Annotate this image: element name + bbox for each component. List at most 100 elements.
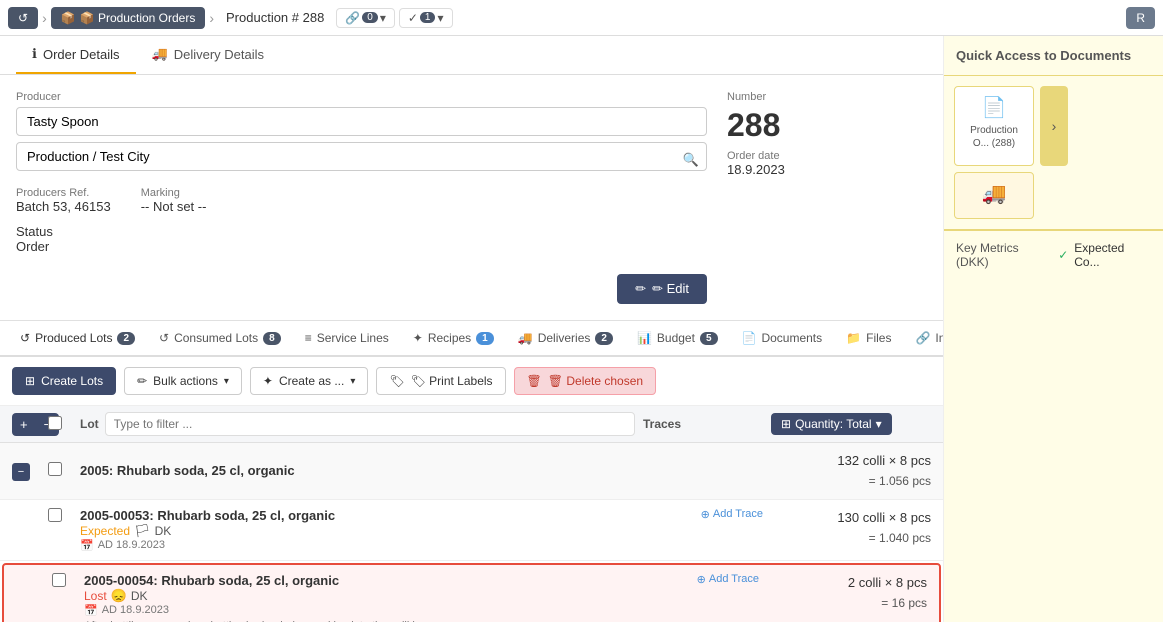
right-nav-button[interactable]: R: [1126, 7, 1155, 29]
btab-consumed[interactable]: ↺ Consumed Lots 8: [147, 321, 293, 357]
table-header: + − Lot Traces ⊞ Quantity: T: [0, 406, 943, 443]
producer-label: Producer: [16, 91, 707, 103]
row2-traces-cell: ⊕ Add Trace: [639, 573, 759, 586]
create-as-icon: ✦: [263, 374, 273, 388]
top-navigation: ↺ › 📦 📦 Production Orders › Production #…: [0, 0, 1163, 36]
produced-icon: ↺: [20, 331, 30, 345]
row1-status-row: Expected 🏳 DK: [80, 523, 635, 539]
print-labels-button[interactable]: 🏷 🏷 Print Labels: [376, 367, 505, 395]
row1-add-trace-button[interactable]: ⊕ Add Trace: [701, 508, 763, 521]
lot-row-1: 2005-00053: Rhubarb soda, 25 cl, organic…: [0, 500, 943, 561]
group-checkbox[interactable]: [48, 462, 62, 476]
back-button[interactable]: ↺: [8, 7, 38, 29]
qty-total-button[interactable]: ⊞ Quantity: Total ▾: [771, 413, 892, 435]
group-qty2: = 1.056 pcs: [771, 472, 931, 491]
order-date-label: Order date: [727, 150, 927, 162]
link-pill[interactable]: 🔗 0 ▾: [336, 8, 395, 28]
doc-card-delivery[interactable]: 🚚: [954, 172, 1034, 219]
group-qty-cell: 132 colli × 8 pcs = 1.056 pcs: [771, 451, 931, 491]
doc-card-production[interactable]: 📄 Production O... (288): [954, 86, 1034, 166]
group-qty1: 132 colli × 8 pcs: [771, 451, 931, 472]
lot-column-header: Lot: [80, 412, 635, 436]
breadcrumb-production-orders[interactable]: 📦 📦 Production Orders: [51, 7, 206, 29]
check-dropdown-icon: ▾: [437, 11, 443, 25]
row1-calendar-icon: 📅: [80, 539, 94, 552]
select-all-checkbox[interactable]: [48, 416, 62, 430]
group-checkbox-col: [48, 462, 72, 479]
row2-add-trace-button[interactable]: ⊕ Add Trace: [697, 573, 759, 586]
service-icon: ≡: [305, 331, 312, 345]
lot-row-2: 2005-00054: Rhubarb soda, 25 cl, organic…: [2, 563, 941, 622]
bottom-tabs: ↺ Produced Lots 2↺ Consumed Lots 8≡ Serv…: [0, 321, 943, 357]
qty-icon: ⊞: [781, 417, 791, 431]
status-row: Status Order: [16, 224, 707, 254]
tab-order-details[interactable]: ℹ Order Details: [16, 36, 136, 74]
traces-header-label: Traces: [643, 417, 681, 431]
row2-checkbox[interactable]: [52, 573, 66, 587]
breadcrumb-sep1: ›: [42, 10, 47, 26]
create-as-button[interactable]: ✦ Create as ... ▾: [250, 367, 368, 395]
btab-deliveries[interactable]: 🚚 Deliveries 2: [506, 321, 625, 357]
right-panel: Quick Access to Documents 📄 Production O…: [943, 36, 1163, 622]
btab-documents[interactable]: 📄 Documents: [730, 321, 835, 357]
lot-filter-input[interactable]: [105, 412, 635, 436]
create-lots-icon: ⊞: [25, 374, 35, 388]
group-lot-name-cell: 2005: Rhubarb soda, 25 cl, organic: [80, 463, 635, 478]
create-lots-button[interactable]: ⊞ Create Lots: [12, 367, 116, 395]
production-orders-icon: 📦: [61, 11, 76, 25]
deliveries-icon: 🚚: [518, 331, 533, 345]
left-panel: ℹ Order Details 🚚 Delivery Details Produ…: [0, 36, 943, 622]
row2-calendar-icon: 📅: [84, 604, 98, 617]
btab-produced[interactable]: ↺ Produced Lots 2: [8, 321, 147, 357]
qty-header-label: Quantity: Total: [795, 417, 872, 431]
files-icon: 📁: [846, 331, 861, 345]
order-date-val: 18.9.2023: [727, 162, 927, 177]
consumed-badge: 8: [263, 332, 281, 345]
integration-icon: 🔗: [915, 331, 930, 345]
delete-chosen-button[interactable]: 🗑 🗑 Delete chosen: [514, 367, 657, 395]
edit-button[interactable]: ✏ ✏ Edit: [617, 274, 707, 304]
plus-button[interactable]: +: [12, 413, 36, 436]
btab-service[interactable]: ≡ Service Lines: [293, 321, 401, 357]
doc-card-icon: 📄: [961, 95, 1027, 120]
current-page-title: Production # 288: [218, 6, 332, 29]
row2-add-trace-label: Add Trace: [709, 573, 759, 585]
bulk-actions-dropdown-icon: ▾: [224, 376, 229, 387]
action-bar: ⊞ Create Lots ✏ Bulk actions ▾ ✦ Create …: [0, 357, 943, 406]
row1-traces-cell: ⊕ Add Trace: [643, 508, 763, 521]
row2-lot-cell: 2005-00054: Rhubarb soda, 25 cl, organic…: [84, 573, 631, 622]
row1-checkbox[interactable]: [48, 508, 62, 522]
print-icon: 🏷: [389, 374, 404, 388]
deliveries-badge: 2: [595, 332, 613, 345]
check-pill[interactable]: ✓ 1 ▾: [399, 8, 453, 28]
link-badge: 0: [362, 12, 378, 23]
marking-label: Marking: [141, 187, 207, 199]
group-expand-button[interactable]: −: [12, 463, 30, 481]
row2-qty2: = 16 pcs: [767, 594, 927, 613]
qty-column-header: ⊞ Quantity: Total ▾: [771, 413, 931, 435]
delivery-icon: 🚚: [152, 46, 168, 62]
expand-col: [48, 416, 72, 433]
producers-ref-label: Producers Ref.: [16, 187, 111, 199]
breadcrumb-sep2: ›: [209, 10, 214, 26]
producers-ref-field: Producers Ref. Batch 53, 46153: [16, 187, 111, 214]
create-lots-label: Create Lots: [41, 374, 103, 388]
row2-qty1: 2 colli × 8 pcs: [767, 573, 927, 594]
metrics-check-icon: ✓: [1058, 248, 1068, 262]
bulk-actions-button[interactable]: ✏ Bulk actions ▾: [124, 367, 242, 395]
btab-recipes[interactable]: ✦ Recipes 1: [401, 321, 506, 357]
row2-date: 📅 AD 18.9.2023: [84, 604, 631, 617]
number-label: Number: [727, 91, 927, 103]
row1-plus-icon: ⊕: [701, 508, 710, 521]
producer-input[interactable]: [16, 107, 707, 136]
btab-files[interactable]: 📁 Files: [834, 321, 903, 357]
btab-budget[interactable]: 📊 Budget 5: [625, 321, 730, 357]
delete-icon: 🗑: [527, 374, 542, 388]
btab-integration[interactable]: 🔗 Integration Logs: [903, 321, 943, 357]
doc-arrow-button[interactable]: ›: [1040, 86, 1068, 166]
tab-delivery-details[interactable]: 🚚 Delivery Details: [136, 36, 281, 74]
location-field-wrapper: 🔍: [16, 142, 707, 177]
location-input[interactable]: [16, 142, 707, 171]
header-checkbox-area: + −: [12, 413, 40, 436]
lot-table: + − Lot Traces ⊞ Quantity: T: [0, 406, 943, 622]
